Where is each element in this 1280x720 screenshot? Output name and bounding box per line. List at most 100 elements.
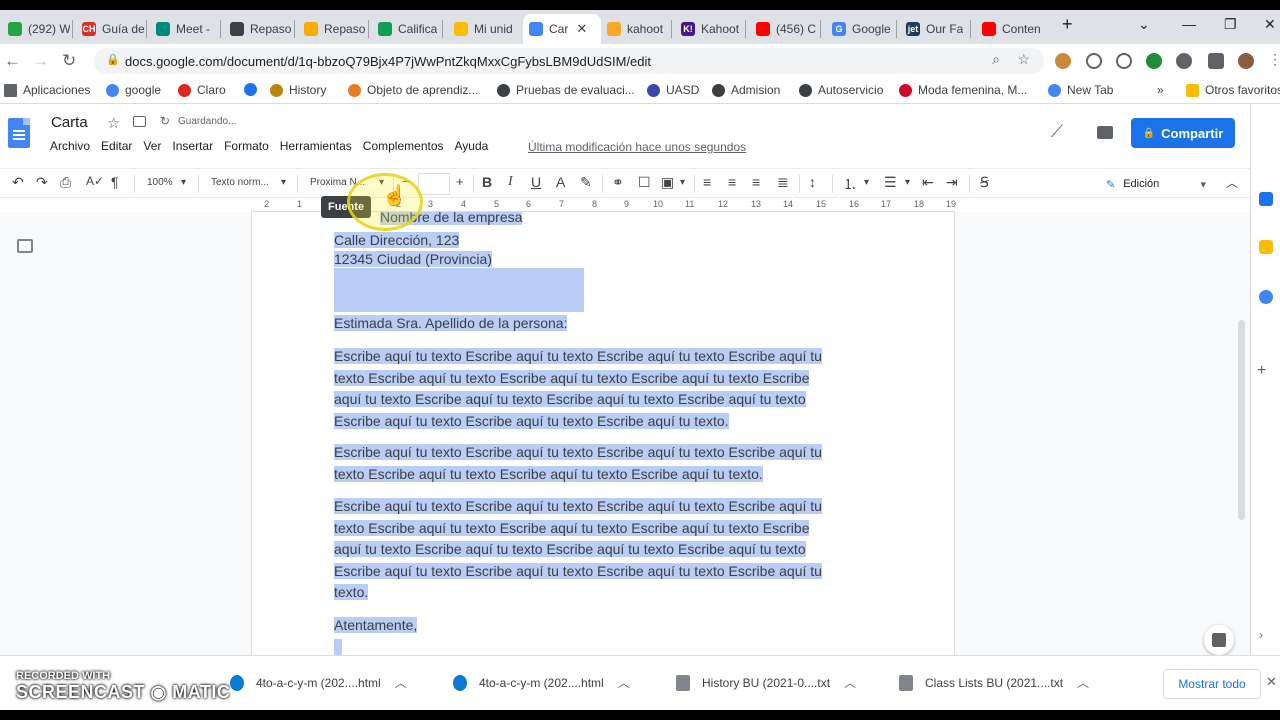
- greeting-line[interactable]: Estimada Sra. Apellido de la persona:: [334, 313, 568, 334]
- tab-2[interactable]: Meet -: [150, 14, 218, 44]
- chevron-right-icon[interactable]: ›: [1259, 628, 1263, 642]
- numbered-list-icon[interactable]: ⒈: [843, 174, 857, 194]
- new-tab-button[interactable]: +: [1062, 14, 1073, 35]
- bookmark-item[interactable]: Aplicaciones: [4, 83, 90, 97]
- check-extension-icon[interactable]: [1146, 53, 1162, 69]
- tab-5[interactable]: Califica: [372, 14, 440, 44]
- spellcheck-icon[interactable]: A✓: [86, 174, 104, 188]
- menu-7[interactable]: Ayuda: [455, 139, 489, 153]
- activity-trend-icon[interactable]: ⟋: [1051, 122, 1063, 142]
- add-comment-icon[interactable]: ☐: [638, 174, 651, 191]
- tab-13[interactable]: Conten: [976, 14, 1044, 44]
- editing-mode-select[interactable]: ✎ Edición ▾: [1102, 173, 1214, 195]
- align-center-icon[interactable]: ≡: [728, 174, 736, 190]
- close-window-icon[interactable]: ✕: [1264, 16, 1276, 33]
- menu-0[interactable]: Archivo: [50, 139, 90, 153]
- address-line-2[interactable]: 12345 Ciudad (Provincia): [334, 249, 492, 270]
- increase-font-size-icon[interactable]: +: [456, 174, 464, 189]
- menu-1[interactable]: Editar: [101, 139, 132, 153]
- undo-icon[interactable]: ↶: [12, 174, 24, 191]
- chevron-down-icon[interactable]: ▾: [864, 177, 869, 188]
- url-text[interactable]: docs.google.com/document/d/1q-bbzoQ79Bjx…: [125, 54, 651, 69]
- tab-4[interactable]: Repaso: [298, 14, 366, 44]
- back-icon[interactable]: ←: [4, 51, 21, 71]
- clear-formatting-icon[interactable]: Ꞩ: [980, 174, 989, 191]
- bold-button[interactable]: B: [482, 174, 492, 190]
- tab-3[interactable]: Repaso: [224, 14, 292, 44]
- paint-format-icon[interactable]: ¶: [111, 174, 119, 190]
- close-shelf-icon[interactable]: ✕: [1266, 674, 1277, 690]
- print-icon[interactable]: ⎙: [60, 174, 71, 191]
- move-folder-icon[interactable]: [133, 116, 146, 127]
- increase-indent-icon[interactable]: ⇥: [946, 174, 958, 191]
- insert-image-icon[interactable]: ▣: [661, 174, 674, 191]
- minimize-icon[interactable]: —: [1182, 16, 1196, 32]
- document-page[interactable]: Nombre de la empresa Calle Dirección, 12…: [251, 212, 955, 655]
- star-icon[interactable]: ☆: [107, 114, 120, 132]
- download-item[interactable]: 4to-a-c-y-m (202....html ︿: [230, 674, 407, 691]
- bookmark-item[interactable]: Pruebas de evaluaci...: [497, 83, 635, 97]
- bookmark-item[interactable]: Moda femenina, M...: [899, 83, 1027, 97]
- align-right-icon[interactable]: ≡: [752, 174, 760, 190]
- tab-0[interactable]: (292) W: [2, 14, 70, 44]
- tab-8[interactable]: kahoot: [601, 14, 669, 44]
- menu-3[interactable]: Insertar: [172, 139, 213, 153]
- zoom-select[interactable]: 100%: [147, 177, 173, 188]
- bookmark-item[interactable]: google: [106, 83, 161, 97]
- show-all-downloads-button[interactable]: Mostrar todo: [1163, 669, 1261, 699]
- share-button[interactable]: 🔒 Compartir: [1131, 118, 1235, 148]
- bulleted-list-icon[interactable]: ☰: [884, 174, 897, 191]
- chevron-up-icon[interactable]: ︿: [1077, 674, 1089, 691]
- close-icon[interactable]: ✕: [576, 21, 587, 37]
- docs-logo-icon[interactable]: [8, 118, 30, 148]
- decrease-indent-icon[interactable]: ⇤: [922, 174, 934, 191]
- download-item[interactable]: 4to-a-c-y-m (202....html ︿: [453, 674, 630, 691]
- menu-4[interactable]: Formato: [224, 139, 269, 153]
- last-edit-link[interactable]: Última modificación hace unos segundos: [528, 140, 746, 154]
- menu-6[interactable]: Complementos: [363, 139, 444, 153]
- line-spacing-icon[interactable]: ↕: [809, 174, 816, 190]
- highlight-icon[interactable]: ✎: [580, 174, 592, 191]
- align-justify-icon[interactable]: ≣: [777, 174, 789, 191]
- vertical-scrollbar[interactable]: [1238, 320, 1245, 520]
- download-item[interactable]: History BU (2021-0....txt ︿: [676, 674, 856, 691]
- download-item[interactable]: Class Lists BU (2021....txt ︿: [899, 674, 1089, 691]
- tab-12[interactable]: jet Our Fa: [900, 14, 968, 44]
- closing-line[interactable]: Atentamente,: [334, 615, 418, 636]
- chevron-up-icon[interactable]: ︿: [395, 674, 407, 691]
- text-color-button[interactable]: A: [556, 174, 565, 190]
- search-extension-icon[interactable]: [1116, 53, 1132, 69]
- home-extension-icon[interactable]: [1086, 53, 1102, 69]
- menu-2[interactable]: Ver: [143, 139, 161, 153]
- chevron-up-icon[interactable]: ︿: [844, 674, 856, 691]
- tab-11[interactable]: G Google: [826, 14, 894, 44]
- keep-icon[interactable]: [1259, 240, 1273, 254]
- bookmark-star-icon[interactable]: ☆: [1017, 51, 1030, 68]
- tab-6[interactable]: Mi unid: [448, 14, 516, 44]
- other-bookmarks[interactable]: Otros favoritos: [1186, 83, 1280, 97]
- tab-10[interactable]: (456) C: [750, 14, 818, 44]
- reload-icon[interactable]: ↻: [62, 51, 76, 71]
- calendar-icon[interactable]: [1259, 192, 1273, 206]
- align-left-icon[interactable]: ≡: [703, 174, 711, 190]
- add-addon-icon[interactable]: +: [1257, 362, 1266, 380]
- bookmark-item[interactable]: Autoservicio: [799, 83, 883, 97]
- bookmark-item[interactable]: New Tab: [1048, 83, 1113, 97]
- bookmark-item[interactable]: UASD: [647, 83, 699, 97]
- chevron-up-icon[interactable]: ︿: [618, 674, 630, 691]
- omnibox[interactable]: 🔒 docs.google.com/document/d/1q-bbzoQ79B…: [94, 48, 1044, 74]
- chevron-down-icon[interactable]: ▾: [181, 177, 186, 188]
- forward-icon[interactable]: →: [32, 51, 49, 71]
- zoom-icon[interactable]: ⌕: [992, 51, 1000, 68]
- font-size-input[interactable]: [418, 173, 450, 195]
- redo-icon[interactable]: ↷: [36, 174, 48, 191]
- chevron-down-icon[interactable]: ▾: [281, 177, 286, 188]
- chevron-down-icon[interactable]: ▾: [905, 177, 910, 188]
- italic-button[interactable]: I: [508, 174, 513, 190]
- bookmark-item[interactable]: Admision: [712, 83, 780, 97]
- tasks-icon[interactable]: [1259, 290, 1273, 304]
- bookmarks-overflow-icon[interactable]: »: [1157, 83, 1164, 97]
- bookmark-item[interactable]: History: [270, 83, 326, 97]
- chrome-menu-icon[interactable]: ⋮: [1268, 51, 1280, 68]
- explore-button[interactable]: [1204, 625, 1234, 655]
